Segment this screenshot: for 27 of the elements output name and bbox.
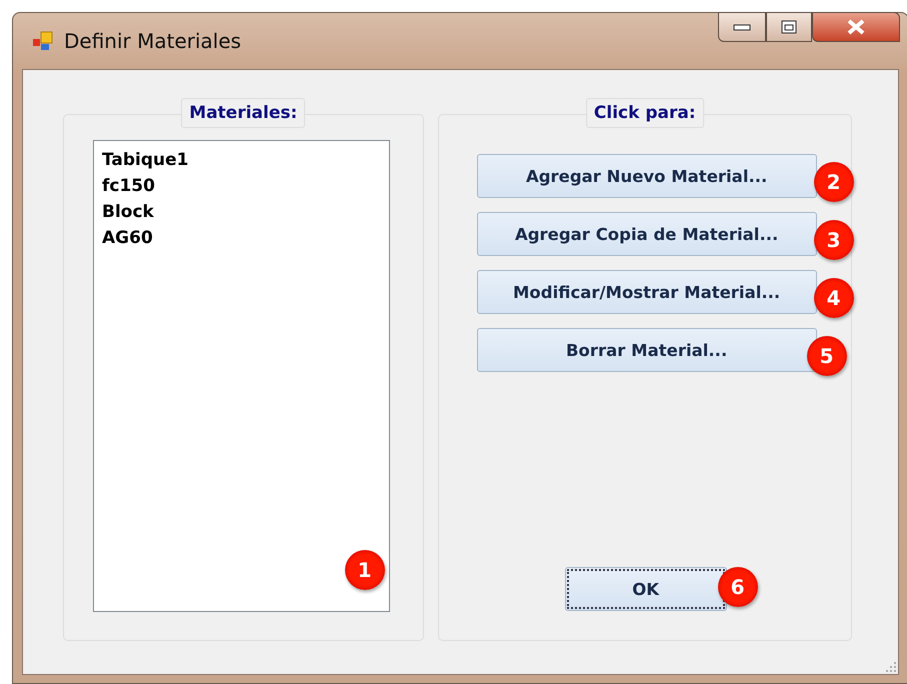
resize-grip-icon — [884, 660, 896, 672]
app-icon — [32, 30, 54, 52]
number-marker: 5 — [806, 336, 847, 376]
number-marker: 3 — [814, 220, 854, 260]
list-item[interactable]: fc150 — [102, 173, 381, 199]
group-title: Click para: — [586, 98, 704, 128]
group-title: Materiales: — [181, 98, 306, 128]
ok-button[interactable]: OK — [564, 567, 727, 611]
number-marker: 6 — [718, 567, 758, 607]
minimize-icon — [733, 23, 751, 31]
action-button[interactable]: Agregar Nuevo Material... — [476, 154, 817, 198]
maximize-icon — [780, 19, 798, 35]
action-button[interactable]: Agregar Copia de Material... — [476, 212, 817, 256]
close-button[interactable] — [812, 12, 900, 42]
action-button[interactable]: Modificar/Mostrar Material... — [476, 270, 817, 314]
list-item[interactable]: AG60 — [102, 225, 381, 251]
number-marker: 4 — [814, 278, 854, 318]
action-button[interactable]: Borrar Material... — [476, 328, 817, 372]
minimize-button[interactable] — [718, 12, 766, 42]
list-item[interactable]: Block — [102, 199, 381, 225]
close-icon — [846, 19, 866, 35]
list-item[interactable]: Tabique1 — [102, 147, 381, 173]
window-title: Definir Materiales — [64, 29, 242, 53]
number-marker: 1 — [344, 550, 385, 590]
maximize-button[interactable] — [766, 12, 812, 42]
number-marker: 2 — [814, 162, 854, 202]
materials-list[interactable]: Tabique1 fc150 Block AG60 1 — [93, 140, 390, 612]
